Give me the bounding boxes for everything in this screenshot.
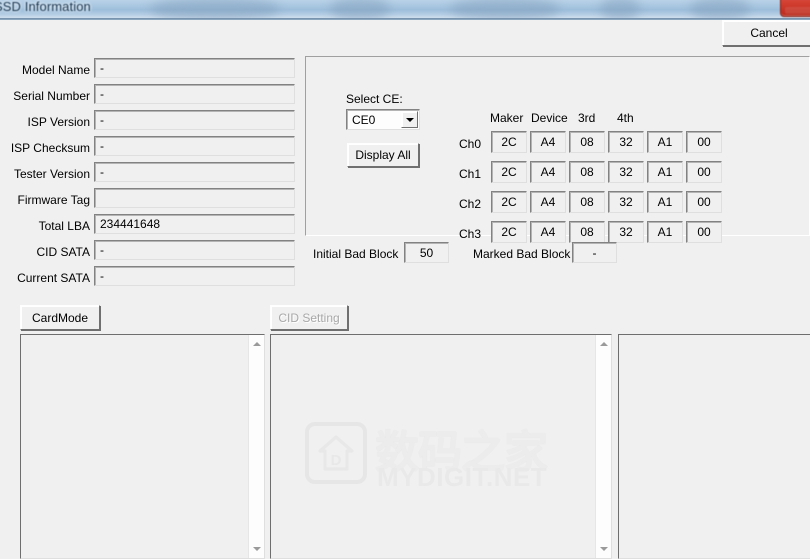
ce-cell[interactable]: A1 [647,221,683,243]
cancel-button[interactable]: Cancel [722,20,810,46]
card-mode-button-label: CardMode [31,310,89,325]
ce-column-header-3rd: 3rd [578,111,596,125]
display-all-button[interactable]: Display All [347,143,419,167]
ce-cell[interactable]: 08 [569,161,605,183]
field-value-tester-version[interactable]: - [94,162,295,182]
close-icon[interactable] [780,0,810,17]
field-label-tester-version: Tester Version [13,167,90,181]
middle-log-listbox[interactable] [270,334,612,559]
field-value-model-name[interactable]: - [94,58,295,78]
ce-row-label-ch0: Ch0 [459,137,482,151]
ce-column-header-maker: Maker [490,111,524,125]
cid-setting-button: CID Setting [270,305,348,330]
marked-bad-block-value[interactable]: - [572,242,617,263]
scroll-up-icon[interactable] [249,336,264,352]
select-ce-label: Select CE: [346,92,403,106]
window-title: SSD Information [0,0,91,14]
ce-cell[interactable]: 2C [491,161,527,183]
field-label-isp-version: ISP Version [27,115,90,129]
field-value-serial-number[interactable]: - [94,84,295,104]
field-value-isp-version[interactable]: - [94,110,295,130]
ce-cell[interactable]: 2C [491,221,527,243]
chevron-down-icon[interactable] [401,111,418,128]
field-label-current-sata: Current SATA [17,271,90,285]
ce-cell[interactable]: A1 [647,131,683,153]
marked-bad-block-label: Marked Bad Block [473,247,571,261]
dialog-client-area: Cancel Model Name - Serial Number - ISP … [0,20,810,559]
ce-cell[interactable]: A1 [647,191,683,213]
titlebar-blur-artifact [450,0,560,18]
select-ce-dropdown[interactable]: CE0 [346,109,420,130]
scroll-down-icon[interactable] [596,541,611,557]
titlebar-blur-artifact [600,0,640,18]
field-label-total-lba: Total LBA [38,219,90,233]
cid-setting-button-label: CID Setting [278,310,340,325]
ce-cell[interactable]: A4 [530,131,566,153]
cancel-button-label: Cancel [750,26,788,40]
field-value-firmware-tag[interactable] [94,188,295,208]
ce-column-header-device: Device [531,111,568,125]
ce-cell[interactable]: 00 [686,221,722,243]
scroll-up-icon[interactable] [596,336,611,352]
field-label-firmware-tag: Firmware Tag [17,193,90,207]
left-log-scrollbar[interactable] [248,335,264,558]
field-value-isp-checksum[interactable]: - [94,136,295,156]
ce-cell[interactable]: 32 [608,131,644,153]
ce-cell[interactable]: 00 [686,131,722,153]
ce-cell[interactable]: 08 [569,191,605,213]
ce-column-header-4th: 4th [617,111,634,125]
right-log-listbox[interactable] [618,334,810,559]
field-value-total-lba[interactable]: 234441648 [94,214,295,234]
field-label-cid-sata: CID SATA [36,245,90,259]
left-log-listbox[interactable] [20,334,265,559]
ce-cell[interactable]: A4 [530,221,566,243]
ce-cell[interactable]: 00 [686,191,722,213]
ce-cell[interactable]: 08 [569,131,605,153]
display-all-button-label: Display All [355,148,411,162]
ce-row-label-ch3: Ch3 [459,227,482,241]
ce-cell[interactable]: 32 [608,191,644,213]
window-title-bar[interactable]: SSD Information [0,0,810,18]
field-label-serial-number: Serial Number [13,89,90,103]
middle-log-scrollbar[interactable] [595,335,611,558]
titlebar-blur-artifact [150,0,280,18]
ce-cell[interactable]: A4 [530,191,566,213]
field-label-model-name: Model Name [21,63,90,77]
titlebar-blur-artifact [330,0,390,18]
ce-cell[interactable]: 08 [569,221,605,243]
ce-row-label-ch2: Ch2 [459,197,482,211]
field-value-cid-sata[interactable]: - [94,240,295,260]
field-label-isp-checksum: ISP Checksum [10,141,90,155]
field-value-current-sata[interactable]: - [94,266,295,286]
scroll-down-icon[interactable] [249,541,264,557]
ce-cell[interactable]: 32 [608,161,644,183]
initial-bad-block-label: Initial Bad Block [313,247,399,261]
initial-bad-block-value[interactable]: 50 [404,242,449,263]
ce-cell[interactable]: A4 [530,161,566,183]
select-ce-value: CE0 [352,112,376,127]
card-mode-button[interactable]: CardMode [20,305,100,330]
ce-cell[interactable]: 2C [491,191,527,213]
ce-cell[interactable]: 2C [491,131,527,153]
ce-cell[interactable]: 32 [608,221,644,243]
ce-row-label-ch1: Ch1 [459,167,482,181]
ce-cell[interactable]: A1 [647,161,683,183]
ce-cell[interactable]: 00 [686,161,722,183]
titlebar-blur-artifact [690,0,750,18]
